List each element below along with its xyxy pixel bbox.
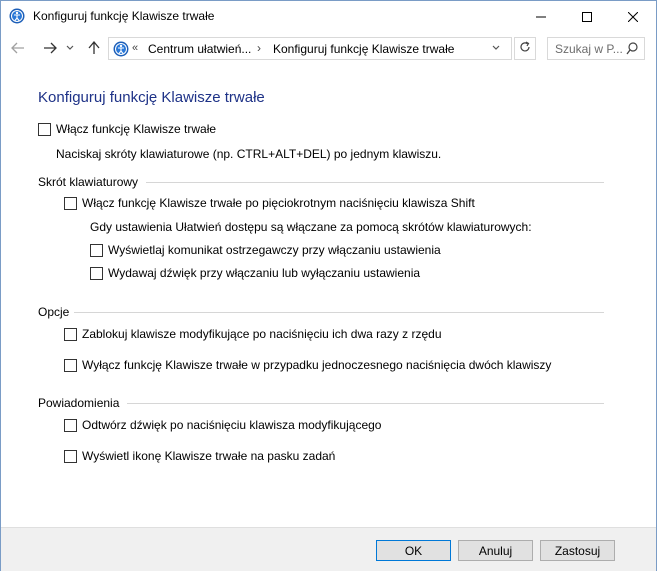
show-warning-checkbox[interactable]: Wyświetlaj komunikat ostrzegawczy przy w… [90,242,441,258]
group-divider [127,403,604,404]
group-heading-notifications: Powiadomienia [38,396,120,410]
cancel-button[interactable]: Anuluj [458,540,533,561]
content-area: Konfiguruj funkcję Klawisze trwałe Włącz… [1,64,656,527]
address-dropdown-icon[interactable] [492,42,500,57]
play-toggle-sound-checkbox[interactable]: Wydawaj dźwięk przy włączaniu lub wyłącz… [90,265,420,281]
ease-of-access-icon [9,8,25,24]
apply-button[interactable]: Zastosuj [540,540,615,561]
title-bar[interactable]: Konfiguruj funkcję Klawisze trwałe [1,1,656,32]
group-divider [74,312,604,313]
checkbox-label: Wyświetlaj komunikat ostrzegawczy przy w… [108,243,441,257]
checkbox-label: Wyłącz funkcję Klawisze trwałe w przypad… [82,358,552,372]
enable-sticky-keys-checkbox[interactable]: Włącz funkcję Klawisze trwałe [38,121,216,137]
breadcrumb-current[interactable]: Konfiguruj funkcję Klawisze trwałe [273,42,454,56]
forward-arrow-icon[interactable] [40,38,60,58]
search-input[interactable]: Szukaj w P... [547,37,645,60]
checkbox-box[interactable] [38,122,51,136]
checkbox-box[interactable] [64,327,77,341]
checkbox-box[interactable] [64,418,77,432]
refresh-button[interactable] [514,37,536,60]
group-heading-shortcut: Skrót klawiaturowy [38,175,139,189]
navigation-bar: « Centrum ułatwień... › Konfiguruj funkc… [1,32,656,64]
lock-modifier-keys-checkbox[interactable]: Zablokuj klawisze modyfikujące po naciśn… [64,326,442,342]
checkbox-label: Włącz funkcję Klawisze trwałe po pięciok… [82,196,475,210]
close-button[interactable] [610,1,656,32]
sticky-keys-description: Naciskaj skróty klawiaturowe (np. CTRL+A… [56,147,442,161]
show-taskbar-icon-checkbox[interactable]: Wyświetl ikonę Klawisze trwałe na pasku … [64,448,335,464]
control-panel-icon [113,41,129,57]
checkbox-label: Wyświetl ikonę Klawisze trwałe na pasku … [82,449,336,463]
play-modifier-sound-checkbox[interactable]: Odtwórz dźwięk po naciśnięciu klawisza m… [64,417,381,433]
breadcrumb-ease-of-access[interactable]: Centrum ułatwień... [148,42,251,56]
page-title: Konfiguruj funkcję Klawisze trwałe [38,89,265,106]
search-icon[interactable] [626,42,638,58]
minimize-button[interactable] [518,1,564,32]
ok-button[interactable]: OK [376,540,451,561]
refresh-icon [519,41,531,56]
group-heading-options: Opcje [38,305,70,319]
maximize-button[interactable] [564,1,610,32]
breadcrumb-separator-icon[interactable]: › [257,41,261,55]
recent-locations-chevron-icon[interactable] [63,38,77,58]
checkbox-label: Odtwórz dźwięk po naciśnięciu klawisza m… [82,418,382,432]
checkbox-label: Wydawaj dźwięk przy włączaniu lub wyłącz… [108,266,421,280]
checkbox-label: Włącz funkcję Klawisze trwałe [56,122,217,136]
checkbox-box[interactable] [64,358,77,372]
dialog-window: Konfiguruj funkcję Klawisze trwałe « Cen… [0,0,657,571]
address-bar[interactable]: « Centrum ułatwień... › Konfiguruj funkc… [108,37,512,60]
shortcut-sub-text: Gdy ustawienia Ułatwień dostępu są włącz… [90,220,532,234]
window-title: Konfiguruj funkcję Klawisze trwałe [33,9,215,23]
back-arrow-icon[interactable] [8,38,28,58]
disable-on-two-keys-checkbox[interactable]: Wyłącz funkcję Klawisze trwałe w przypad… [64,357,551,373]
button-bar: OK Anuluj Zastosuj [1,527,656,571]
checkbox-box[interactable] [90,243,103,257]
breadcrumb-overflow[interactable]: « [132,42,138,54]
checkbox-box[interactable] [90,266,103,280]
checkbox-label: Zablokuj klawisze modyfikujące po naciśn… [82,327,442,341]
up-arrow-icon[interactable] [84,38,104,58]
checkbox-box[interactable] [64,196,77,210]
search-placeholder: Szukaj w P... [555,42,623,56]
enable-shift-shortcut-checkbox[interactable]: Włącz funkcję Klawisze trwałe po pięciok… [64,195,475,211]
group-divider [146,182,604,183]
checkbox-box[interactable] [64,449,77,463]
